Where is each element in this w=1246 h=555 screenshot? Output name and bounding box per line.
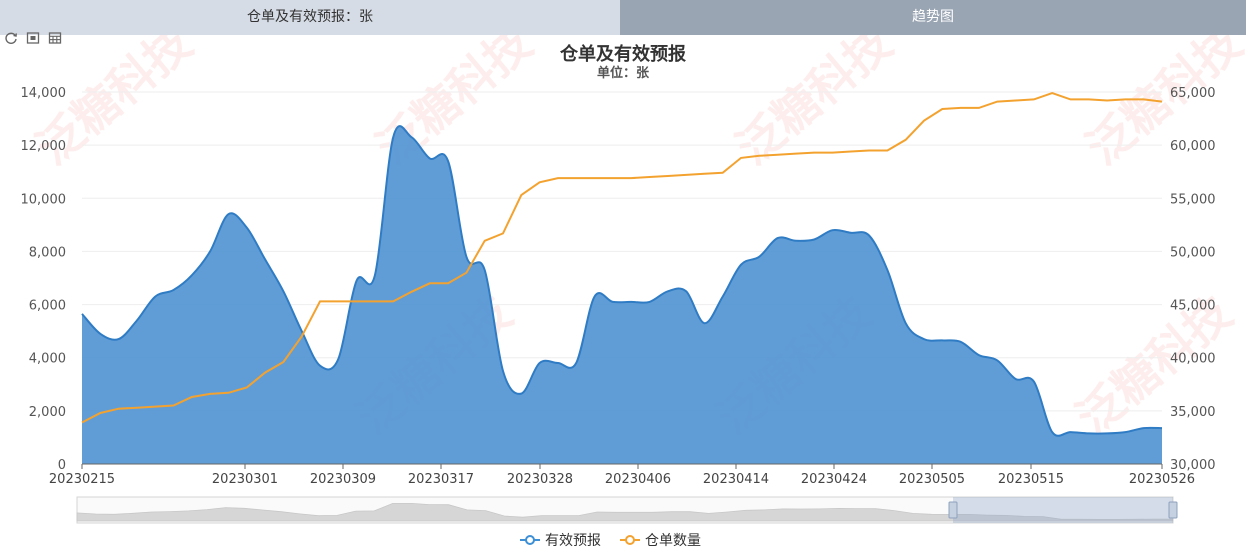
x-tick-label: 20230526 [1129, 472, 1195, 487]
legend-item-仓单数量[interactable]: 仓单数量 [645, 533, 701, 549]
y-left-tick-label: 2,000 [29, 405, 66, 420]
x-tick-label: 20230505 [899, 472, 965, 487]
x-tick-label: 20230328 [507, 472, 573, 487]
y-left-tick-label: 0 [58, 458, 66, 473]
x-tick-label: 20230317 [408, 472, 474, 487]
x-tick-label: 20230406 [605, 472, 671, 487]
legend-marker [625, 535, 635, 545]
x-tick-label: 20230515 [998, 472, 1064, 487]
y-left-tick-label: 14,000 [21, 86, 67, 101]
data-zoom-icon[interactable] [26, 31, 40, 45]
datazoom-selected-range [953, 497, 1173, 523]
x-tick-label: 20230215 [49, 472, 115, 487]
chart-subtitle: 单位：张 [597, 65, 650, 81]
area-有效预报 [82, 126, 1162, 464]
y-left-tick-label: 8,000 [29, 245, 66, 260]
y-right-tick-label: 65,000 [1170, 86, 1216, 101]
refresh-icon[interactable] [4, 31, 18, 45]
x-tick-label: 20230424 [801, 472, 867, 487]
y-right-tick-label: 60,000 [1170, 139, 1216, 154]
chart-title: 仓单及有效预报 [559, 43, 686, 65]
y-left-tick-label: 12,000 [21, 139, 67, 154]
y-right-tick-label: 50,000 [1170, 245, 1216, 260]
y-left-tick-label: 6,000 [29, 299, 66, 314]
y-right-tick-label: 35,000 [1170, 405, 1216, 420]
y-right-tick-label: 40,000 [1170, 352, 1216, 367]
datazoom-handle[interactable] [948, 501, 958, 519]
y-right-tick-label: 55,000 [1170, 192, 1216, 207]
legend-item-有效预报[interactable]: 有效预报 [545, 533, 601, 549]
y-right-tick-label: 45,000 [1170, 299, 1216, 314]
x-tick-label: 20230301 [212, 472, 278, 487]
x-tick-label: 20230309 [310, 472, 376, 487]
legend-marker [525, 535, 535, 545]
y-left-tick-label: 10,000 [21, 192, 67, 207]
chart: 0 2,000 4,000 6,000 8,000 10,000 12,000 14,000 3… [21, 43, 1216, 549]
y-right-tick-label: 30,000 [1170, 458, 1216, 473]
datazoom-handle[interactable] [1168, 501, 1178, 519]
x-tick-label: 20230414 [703, 472, 769, 487]
y-left-tick-label: 4,000 [29, 352, 66, 367]
data-view-icon[interactable] [48, 31, 62, 45]
chart-toolbox [4, 31, 62, 45]
